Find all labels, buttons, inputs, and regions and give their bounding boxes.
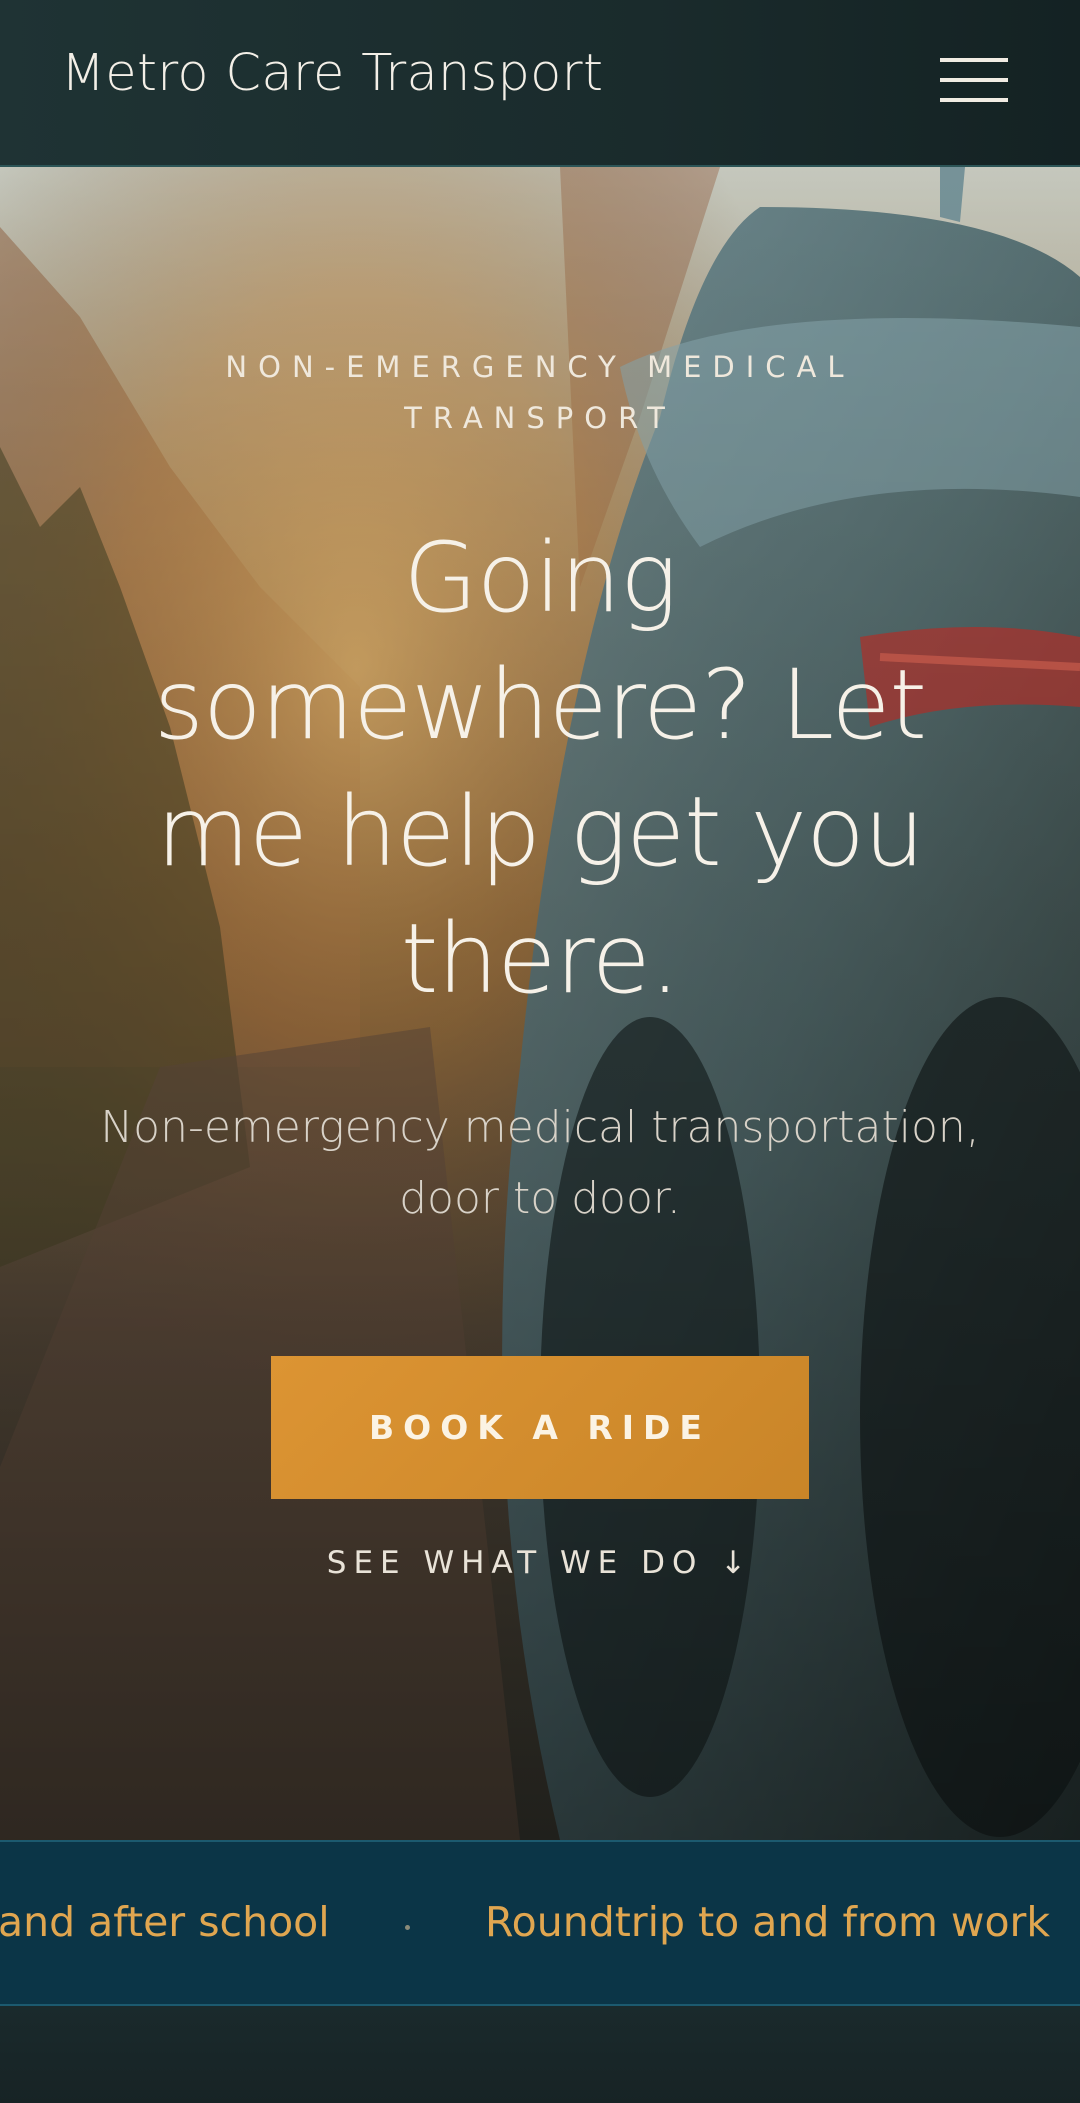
menu-bar-bottom [940,98,1008,102]
marquee-item: and after school [0,1898,330,1946]
hero-headline-line: somewhere? Let [153,649,927,761]
hero-subhead-line: Non-emergency medical transportation, [100,1102,980,1153]
site-header: Metro Care Transport [0,0,1080,167]
hero-eyebrow-line: NON-EMERGENCY MEDICAL [225,350,855,384]
hero-subhead: Non-emergency medical transportation, do… [80,1092,1000,1234]
hero-section: NON-EMERGENCY MEDICAL TRANSPORT Going so… [0,167,1080,1840]
marquee-item: Roundtrip to and from work [485,1898,1051,1946]
hero-content: NON-EMERGENCY MEDICAL TRANSPORT Going so… [0,167,1080,1840]
menu-bar-top [940,58,1008,62]
hamburger-menu-icon[interactable] [940,58,1008,104]
see-what-we-do-link[interactable]: SEE WHAT WE DO ↓ [240,1545,840,1581]
hero-headline-line: Going [403,522,677,634]
hero-eyebrow: NON-EMERGENCY MEDICAL TRANSPORT [140,342,940,444]
hero-subhead-line: door to door. [399,1173,681,1224]
hero-headline-line: there. [400,903,680,1015]
next-section-edge [0,2006,1080,2103]
hero-headline: Going somewhere? Let me help get you the… [60,515,1020,1023]
menu-bar-middle [940,78,1008,82]
hero-headline-line: me help get you [156,776,924,888]
brand-logo-text[interactable]: Metro Care Transport [61,44,603,103]
services-marquee: and after school Roundtrip to and from w… [0,1840,1080,2006]
marquee-separator-dot [405,1925,410,1930]
hero-eyebrow-line: TRANSPORT [404,401,676,435]
book-a-ride-button[interactable]: BOOK A RIDE [271,1356,809,1499]
